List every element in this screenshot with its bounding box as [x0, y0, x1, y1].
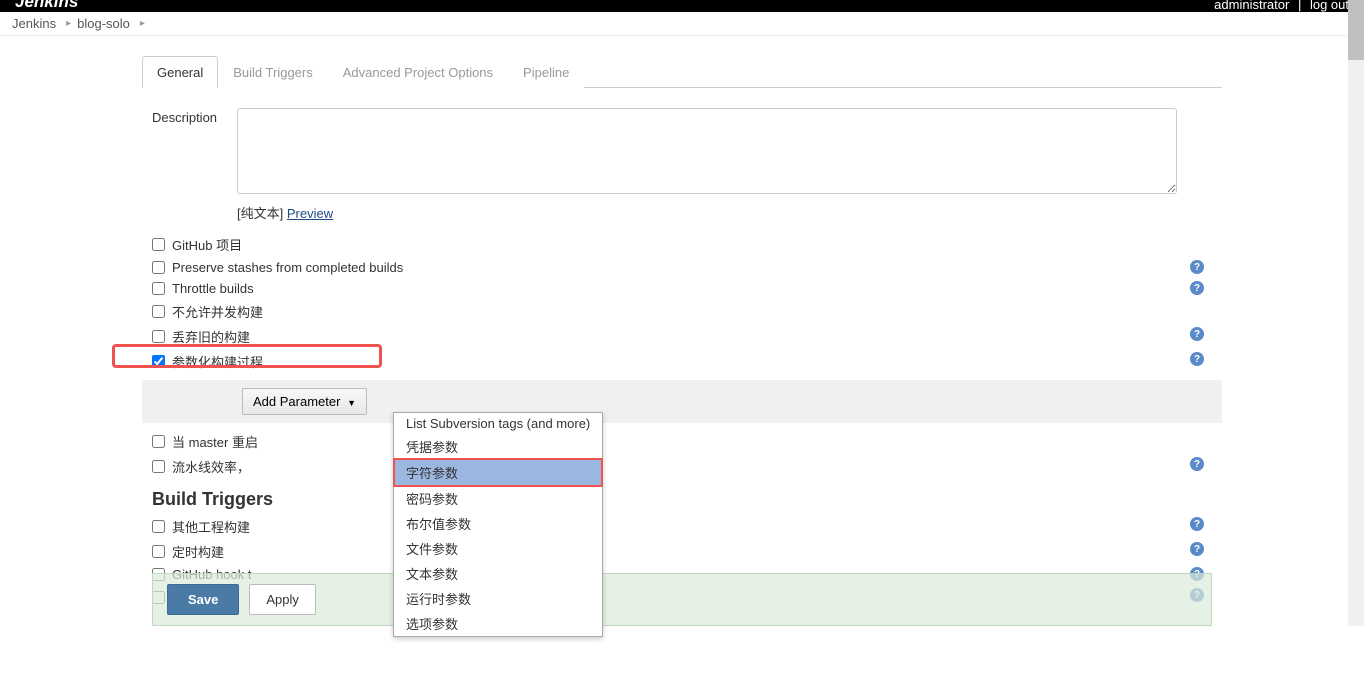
- header-username[interactable]: administrator: [1214, 0, 1289, 12]
- menu-item-string-param[interactable]: 字符参数: [393, 458, 603, 487]
- save-button[interactable]: Save: [167, 584, 239, 615]
- chevron-right-icon: ▸: [66, 18, 71, 29]
- parameter-section: Add Parameter ▼: [142, 380, 1222, 423]
- chevron-down-icon: ▼: [347, 398, 356, 408]
- jenkins-logo-text[interactable]: Jenkins: [15, 0, 78, 12]
- logo-area: Jenkins: [15, 0, 78, 12]
- breadcrumb-item-jenkins[interactable]: Jenkins: [12, 16, 56, 31]
- description-row: Description: [142, 108, 1222, 197]
- discard-old-label[interactable]: 丢弃旧的构建: [172, 327, 250, 346]
- help-icon[interactable]: [1190, 542, 1204, 556]
- tab-advanced-options[interactable]: Advanced Project Options: [328, 56, 508, 88]
- menu-item-runtime-param[interactable]: 运行时参数: [394, 586, 602, 611]
- discard-old-checkbox[interactable]: [152, 330, 165, 343]
- other-builds-label[interactable]: 其他工程构建: [172, 517, 250, 536]
- chevron-right-icon: ▸: [140, 18, 145, 29]
- plain-text-hint: [纯文本]: [237, 206, 283, 221]
- menu-item-list-svn-tags[interactable]: List Subversion tags (and more): [394, 413, 602, 434]
- checkbox-row-master-restart: 当 master 重启: [142, 429, 1222, 454]
- logout-link[interactable]: log out: [1310, 0, 1349, 12]
- tab-pipeline[interactable]: Pipeline: [508, 56, 584, 88]
- build-triggers-header: Build Triggers: [142, 479, 1222, 514]
- checkbox-row-other-builds: 其他工程构建: [142, 514, 1222, 539]
- menu-item-password-param[interactable]: 密码参数: [394, 486, 602, 511]
- help-icon[interactable]: [1190, 327, 1204, 341]
- preserve-stashes-label[interactable]: Preserve stashes from completed builds: [172, 260, 403, 275]
- menu-item-choice-param[interactable]: 选项参数: [394, 611, 602, 636]
- add-parameter-button[interactable]: Add Parameter ▼: [242, 388, 367, 415]
- checkbox-row-preserve-stashes: Preserve stashes from completed builds: [142, 257, 1222, 278]
- throttle-builds-label[interactable]: Throttle builds: [172, 281, 254, 296]
- main-content: General Build Triggers Advanced Project …: [142, 36, 1222, 683]
- header-separator: |: [1298, 0, 1301, 12]
- master-restart-label[interactable]: 当 master 重启: [172, 432, 258, 451]
- help-icon[interactable]: [1190, 260, 1204, 274]
- other-builds-checkbox[interactable]: [152, 520, 165, 533]
- tabs-bar: General Build Triggers Advanced Project …: [142, 56, 1222, 88]
- parameterize-checkbox[interactable]: [152, 355, 165, 368]
- help-icon[interactable]: [1190, 352, 1204, 366]
- timed-build-label[interactable]: 定时构建: [172, 542, 224, 561]
- throttle-builds-checkbox[interactable]: [152, 282, 165, 295]
- menu-item-boolean-param[interactable]: 布尔值参数: [394, 511, 602, 536]
- checkbox-row-github-project: GitHub 项目: [142, 232, 1222, 257]
- checkbox-row-timed-build: 定时构建: [142, 539, 1222, 564]
- checkbox-row-throttle-builds: Throttle builds: [142, 278, 1222, 299]
- parameterize-label[interactable]: 参数化构建过程: [172, 352, 263, 371]
- help-icon[interactable]: [1190, 517, 1204, 531]
- preview-link[interactable]: Preview: [287, 206, 333, 221]
- description-label: Description: [152, 108, 237, 197]
- pipeline-eff-label[interactable]: 流水线效率，: [172, 457, 250, 476]
- tab-general[interactable]: General: [142, 56, 218, 88]
- pipeline-eff-checkbox[interactable]: [152, 460, 165, 473]
- checkbox-row-parameterize: 参数化构建过程: [142, 349, 1222, 374]
- add-parameter-dropdown: List Subversion tags (and more) 凭据参数 字符参…: [393, 412, 603, 637]
- menu-item-file-param[interactable]: 文件参数: [394, 536, 602, 561]
- description-textarea[interactable]: [237, 108, 1177, 194]
- preserve-stashes-checkbox[interactable]: [152, 261, 165, 274]
- checkbox-row-no-concurrent: 不允许并发构建: [142, 299, 1222, 324]
- scrollbar-thumb[interactable]: [1348, 0, 1364, 60]
- breadcrumb: Jenkins ▸ blog-solo ▸: [0, 12, 1364, 36]
- menu-item-text-param[interactable]: 文本参数: [394, 561, 602, 586]
- header-user-area: administrator | log out: [1214, 0, 1349, 12]
- top-header-bar: Jenkins administrator | log out: [0, 0, 1364, 12]
- menu-item-credential-param[interactable]: 凭据参数: [394, 434, 602, 459]
- tab-build-triggers[interactable]: Build Triggers: [218, 56, 327, 88]
- timed-build-checkbox[interactable]: [152, 545, 165, 558]
- checkbox-row-discard-old: 丢弃旧的构建: [142, 324, 1222, 349]
- add-parameter-label: Add Parameter: [253, 394, 340, 409]
- no-concurrent-checkbox[interactable]: [152, 305, 165, 318]
- help-icon[interactable]: [1190, 281, 1204, 295]
- apply-button[interactable]: Apply: [249, 584, 316, 615]
- help-icon[interactable]: [1190, 457, 1204, 471]
- description-hint: [纯文本] Preview: [142, 203, 1222, 222]
- checkbox-row-pipeline-eff: 流水线效率，: [142, 454, 1222, 479]
- master-restart-checkbox[interactable]: [152, 435, 165, 448]
- button-bar: Save Apply (e.g., from scripts): [152, 573, 1212, 626]
- github-project-checkbox[interactable]: [152, 238, 165, 251]
- no-concurrent-label[interactable]: 不允许并发构建: [172, 302, 263, 321]
- github-project-label[interactable]: GitHub 项目: [172, 235, 242, 254]
- breadcrumb-item-project[interactable]: blog-solo: [77, 16, 130, 31]
- page-scrollbar[interactable]: [1348, 0, 1364, 626]
